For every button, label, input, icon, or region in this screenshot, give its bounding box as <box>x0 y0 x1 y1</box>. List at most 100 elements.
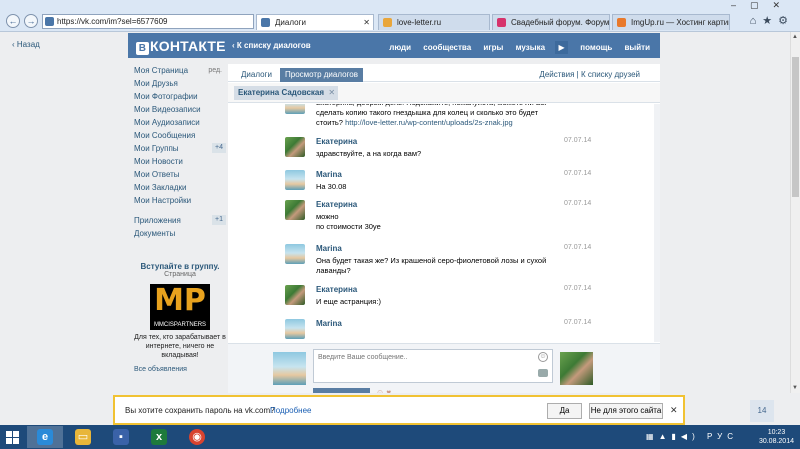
save-password-never-button[interactable]: Не для этого сайта <box>589 403 663 419</box>
message-author[interactable]: Екатерина <box>316 137 357 146</box>
all-ads-link[interactable]: Все объявления <box>134 366 226 373</box>
message-avatar[interactable] <box>285 319 305 339</box>
message-author[interactable]: Екатерина <box>316 285 357 294</box>
notification-badge[interactable]: 14 <box>750 400 774 422</box>
message-date: 07.07.14 <box>564 244 592 251</box>
browser-tab[interactable]: Диалоги ✕ <box>256 14 374 30</box>
message-avatar[interactable] <box>285 170 305 190</box>
send-button[interactable] <box>313 388 370 393</box>
nav-help[interactable]: помощь <box>580 43 612 52</box>
message-input[interactable] <box>313 349 553 383</box>
nav-games[interactable]: игры <box>483 43 503 52</box>
window-controls[interactable]: –▢✕ <box>731 0 794 11</box>
promo-title[interactable]: Вступайте в группу. <box>134 262 226 271</box>
browser-tools[interactable]: ⌂★⚙ <box>750 14 794 27</box>
message-author[interactable]: Marina <box>316 319 342 328</box>
clock[interactable]: 10:23 30.08.2014 <box>759 428 794 446</box>
tab-dialogs[interactable]: Диалоги <box>236 68 277 82</box>
left-menu-item[interactable]: Мои Сообщения <box>134 129 226 142</box>
to-dialogs-link[interactable]: ‹ К списку диалогов <box>232 41 311 50</box>
close-tab-icon[interactable]: ✕ <box>363 15 370 30</box>
close-icon[interactable]: ✕ <box>328 86 335 100</box>
left-menu-item[interactable]: Мои Фотографии <box>134 90 226 103</box>
taskbar-save[interactable]: ▪ <box>103 426 139 448</box>
browser-tab[interactable]: Свадебный форум. Форум не... <box>492 14 610 30</box>
message-author[interactable]: Екатерина <box>316 200 357 209</box>
tab-favicon-icon <box>261 18 270 27</box>
message-avatar[interactable] <box>285 244 305 264</box>
vk-logo[interactable]: В КОНТАКТЕ <box>136 38 226 55</box>
browser-back-button[interactable]: ← <box>6 14 20 28</box>
promo-block[interactable]: Вступайте в группу. Страница MP MMCISPAR… <box>134 262 226 373</box>
left-menu-item[interactable]: Мои Аудиозаписи <box>134 116 226 129</box>
peer-chip[interactable]: Екатерина Садовская ✕ <box>234 86 339 100</box>
left-menu-label: Мои Сообщения <box>134 131 196 140</box>
left-menu-item[interactable]: Приложения +1 <box>134 214 226 227</box>
taskbar-excel[interactable]: x <box>141 426 177 448</box>
left-menu-item[interactable]: Мои Закладки <box>134 181 226 194</box>
save-password-yes-button[interactable]: Да <box>547 403 582 419</box>
smile-icon[interactable]: ☺ <box>538 352 548 362</box>
browser-tab[interactable]: love-letter.ru <box>378 14 490 30</box>
more-info-link[interactable]: Подробнее <box>270 406 312 415</box>
left-menu-item[interactable]: Документы <box>134 227 226 240</box>
scroll-up-icon[interactable]: ▲ <box>792 34 798 40</box>
taskbar-chrome[interactable]: ◉ <box>179 426 215 448</box>
nav-logout[interactable]: выйти <box>624 43 650 52</box>
menu-badge[interactable]: +4 <box>212 143 226 153</box>
scroll-down-icon[interactable]: ▼ <box>792 385 798 391</box>
tab-view-dialogs[interactable]: Просмотр диалогов <box>280 68 363 82</box>
save-password-bar: Вы хотите сохранить пароль на vk.com? По… <box>113 395 685 425</box>
message-avatar[interactable] <box>285 137 305 157</box>
close-icon[interactable]: ✕ <box>670 405 678 416</box>
history-scrollbar[interactable] <box>654 104 660 342</box>
address-bar[interactable]: https://vk.com/im?sel=6577609 <box>42 14 254 29</box>
left-menu-label: Мои Группы <box>134 144 179 153</box>
language-indicator[interactable]: РУС <box>707 432 738 441</box>
page-scrollbar[interactable]: ▲ ▼ <box>790 32 800 393</box>
play-icon[interactable]: ▶ <box>555 41 569 54</box>
message-text: можно по стоимости 30уе <box>316 212 566 232</box>
actions-links[interactable]: Действия | К списку друзей <box>539 70 640 79</box>
left-menu-item[interactable]: Мои Новости <box>134 155 226 168</box>
nav-music[interactable]: музыка <box>516 43 545 52</box>
browser-forward-button[interactable]: → <box>24 14 38 28</box>
scrollbar-thumb[interactable] <box>792 57 799 197</box>
emoji-icon[interactable]: ☺ ♥ <box>376 388 391 393</box>
nav-communities[interactable]: сообщества <box>423 43 471 52</box>
message-text: На 30.08 <box>316 182 566 192</box>
top-nav: люди сообщества игры музыка ▶ помощь выйт… <box>379 41 650 54</box>
edit-link[interactable]: ред. <box>208 64 222 77</box>
windows-start-icon[interactable] <box>6 431 19 444</box>
menu-badge[interactable]: +1 <box>212 215 226 225</box>
peer-avatar[interactable] <box>560 352 593 385</box>
taskbar-ie[interactable]: e <box>27 426 63 448</box>
back-link[interactable]: ‹ Назад <box>12 40 40 49</box>
message-author[interactable]: Marina <box>316 170 342 179</box>
message-avatar[interactable] <box>285 104 305 114</box>
left-menu-item[interactable]: Моя Страница ред. <box>134 64 226 77</box>
my-avatar[interactable] <box>273 352 306 385</box>
message-avatar[interactable] <box>285 285 305 305</box>
promo-logo[interactable]: MP MMCISPARTNERS <box>150 284 210 330</box>
message-text: здравствуйте, а на когда вам? <box>316 149 566 159</box>
message-link[interactable]: http://love-letter.ru/wp-content/uploads… <box>345 118 513 127</box>
message-history[interactable]: Екатерина, добрый день! Подскажите, пожа… <box>228 104 660 342</box>
message-line: лаванды? <box>316 266 351 275</box>
address-text: https://vk.com/im?sel=6577609 <box>57 17 168 26</box>
nav-people[interactable]: люди <box>389 43 411 52</box>
left-menu-item[interactable]: Мои Ответы <box>134 168 226 181</box>
message-author[interactable]: Marina <box>316 244 342 253</box>
message-avatar[interactable] <box>285 200 305 220</box>
browser-tab[interactable]: ImgUp.ru — Хостинг картинок <box>612 14 730 30</box>
message-date: 07.07.14 <box>564 285 592 292</box>
camera-icon[interactable] <box>538 369 548 377</box>
left-menu-item[interactable]: Мои Видеозаписи <box>134 103 226 116</box>
left-menu-item[interactable]: Мои Друзья <box>134 77 226 90</box>
left-menu-item[interactable]: Мои Группы +4 <box>134 142 226 155</box>
message-text: И еще астранция:) <box>316 297 566 307</box>
left-menu-label: Приложения <box>134 216 181 225</box>
tray-icons[interactable]: ▦▲▮◀) РУС <box>646 432 738 441</box>
left-menu-item[interactable]: Мои Настройки <box>134 194 226 207</box>
taskbar-explorer[interactable]: ▭ <box>65 426 101 448</box>
